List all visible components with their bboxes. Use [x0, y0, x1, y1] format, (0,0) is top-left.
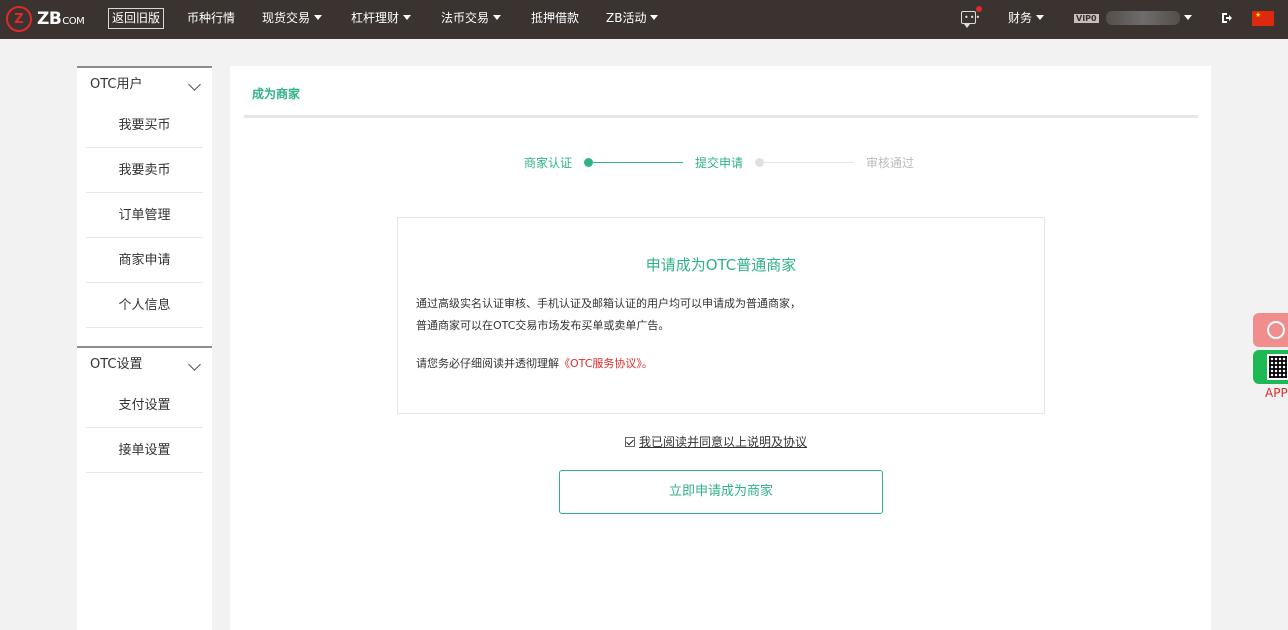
nav-finance[interactable]: 财务 — [1008, 0, 1045, 39]
caret-down-icon — [403, 15, 412, 20]
sidebar-item-sell[interactable]: 我要卖币 — [86, 148, 203, 193]
app-label[interactable]: APP — [1265, 386, 1288, 400]
main-panel: 成为商家 商家认证 提交申请 审核通过 申请成为OTC普通商家 通过高级实名认证… — [230, 66, 1211, 630]
app-qr-icon[interactable] — [1253, 350, 1288, 384]
sidebar-item-profile[interactable]: 个人信息 — [86, 283, 203, 328]
step-line-pending — [764, 162, 854, 163]
sidebar-item-orders[interactable]: 订单管理 — [86, 193, 203, 238]
tab-divider — [244, 115, 1198, 118]
nav-fiat-trading[interactable]: 法币交易 — [441, 0, 502, 39]
card-text-line-2: 普通商家可以在OTC交易市场发布买单或卖单广告。 — [416, 319, 670, 332]
merchant-info-card: 申请成为OTC普通商家 通过高级实名认证审核、手机认证及邮箱认证的用户均可以申请… — [397, 217, 1045, 414]
apply-merchant-button[interactable]: 立即申请成为商家 — [559, 470, 883, 514]
language-flag-icon[interactable]: ★ — [1252, 11, 1274, 26]
step-dot-pending — [755, 158, 764, 167]
sidebar-group-otc-settings[interactable]: OTC设置 — [77, 346, 212, 383]
sidebar-item-order-settings[interactable]: 接单设置 — [86, 428, 203, 473]
nav-spot-trading[interactable]: 现货交易 — [262, 0, 323, 39]
step-submit-application: 提交申请 — [695, 156, 744, 170]
sidebar-group-otc-user[interactable]: OTC用户 — [77, 66, 212, 103]
user-menu-toggle[interactable] — [1180, 0, 1192, 39]
message-icon[interactable]: ••• — [961, 11, 980, 28]
old-version-button[interactable]: 返回旧版 — [108, 8, 165, 29]
logo-text: ZBCOM — [37, 9, 85, 29]
step-line-done — [593, 162, 683, 163]
caret-down-icon — [650, 15, 659, 20]
card-title: 申请成为OTC普通商家 — [645, 256, 797, 274]
sidebar-item-payment-settings[interactable]: 支付设置 — [86, 383, 203, 428]
step-review-approved: 审核通过 — [866, 156, 915, 170]
step-dot-done — [584, 158, 593, 167]
sidebar-item-merchant-apply[interactable]: 商家申请 — [86, 238, 203, 283]
caret-down-icon — [314, 15, 323, 20]
chevron-down-icon — [188, 358, 201, 371]
nav-loan[interactable]: 抵押借款 — [531, 0, 579, 39]
sidebar-item-buy[interactable]: 我要买币 — [86, 103, 203, 148]
otc-agreement-link[interactable]: 《OTC服务协议》 — [559, 357, 642, 370]
notification-dot — [976, 6, 982, 12]
card-text-line-1: 通过高级实名认证审核、手机认证及邮箱认证的用户均可以申请成为普通商家， — [416, 297, 801, 310]
top-navbar: Z ZBCOM 返回旧版 币种行情 现货交易 杠杆理财 法币交易 抵押借款 ZB… — [0, 0, 1288, 39]
agree-label[interactable]: 我已阅读并同意以上说明及协议 — [639, 435, 807, 449]
nav-zb-events[interactable]: ZB活动 — [606, 0, 659, 39]
step-merchant-verification: 商家认证 — [524, 156, 573, 170]
agree-checkbox[interactable] — [625, 437, 635, 447]
chevron-down-icon — [188, 78, 201, 91]
nav-margin-finance[interactable]: 杠杆理财 — [351, 0, 412, 39]
username-blurred[interactable] — [1106, 11, 1180, 25]
sidebar: OTC用户 我要买币 我要卖币 订单管理 商家申请 个人信息 OTC设置 支付设… — [77, 66, 212, 630]
logout-icon[interactable] — [1221, 12, 1233, 24]
zb-logo[interactable]: Z ZBCOM — [6, 6, 96, 32]
nav-market[interactable]: 币种行情 — [187, 0, 235, 39]
card-text-line-3: 请您务必仔细阅读并透彻理解《OTC服务协议》。 — [416, 357, 653, 370]
caret-down-icon — [1036, 15, 1045, 20]
caret-down-icon — [1184, 15, 1192, 20]
vip-badge: VIP0 — [1074, 14, 1099, 23]
customer-service-icon[interactable] — [1253, 313, 1288, 347]
agreement-row: 我已阅读并同意以上说明及协议 — [625, 433, 807, 450]
caret-down-icon — [493, 15, 502, 20]
tab-become-merchant[interactable]: 成为商家 — [252, 85, 300, 102]
logo-mark: Z — [6, 6, 32, 32]
